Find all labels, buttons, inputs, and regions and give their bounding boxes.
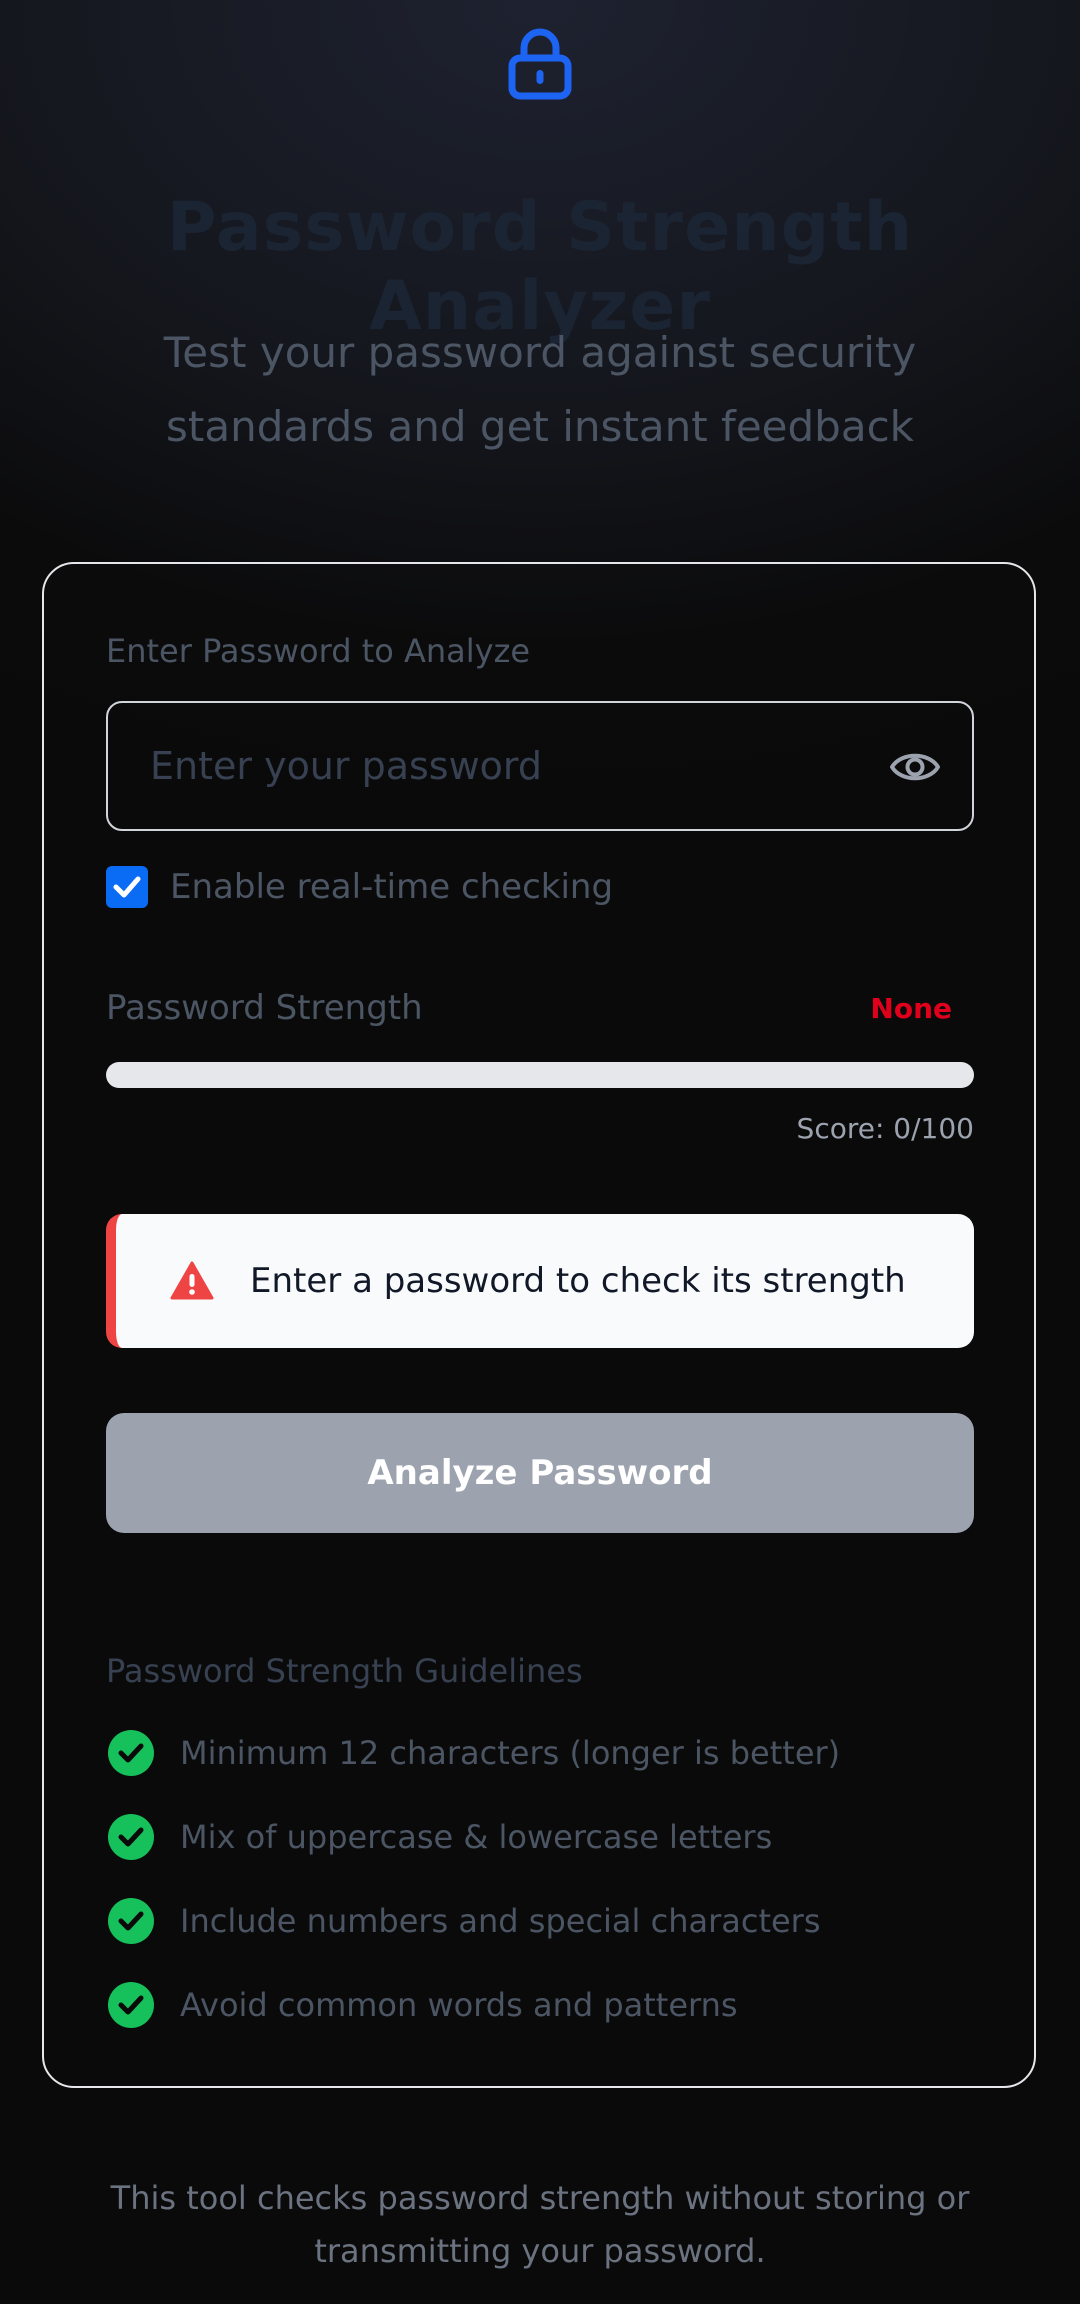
guidelines-title: Password Strength Guidelines bbox=[106, 1652, 583, 1690]
lock-icon bbox=[490, 14, 590, 114]
strength-value: None bbox=[870, 992, 952, 1025]
guideline-text: Mix of uppercase & lowercase letters bbox=[180, 1818, 773, 1856]
score-text: Score: 0/100 bbox=[796, 1112, 974, 1145]
guideline-text: Include numbers and special characters bbox=[180, 1902, 821, 1940]
alert-message: Enter a password to check its strength bbox=[250, 1261, 906, 1301]
guideline-item: Mix of uppercase & lowercase letters bbox=[108, 1814, 968, 1898]
guidelines-list: Minimum 12 characters (longer is better)… bbox=[108, 1730, 968, 2066]
realtime-checkbox-label[interactable]: Enable real-time checking bbox=[170, 866, 613, 908]
check-circle-icon bbox=[108, 1730, 154, 1776]
guideline-item: Avoid common words and patterns bbox=[108, 1982, 968, 2066]
realtime-checkbox[interactable] bbox=[106, 866, 148, 908]
password-field-label: Enter Password to Analyze bbox=[106, 632, 531, 670]
strength-label: Password Strength bbox=[106, 988, 423, 1028]
check-circle-icon bbox=[108, 1898, 154, 1944]
eye-icon[interactable] bbox=[884, 736, 946, 798]
warning-icon bbox=[170, 1261, 214, 1301]
analyze-password-button[interactable]: Analyze Password bbox=[106, 1413, 974, 1533]
check-circle-icon bbox=[108, 1982, 154, 2028]
password-input[interactable] bbox=[106, 701, 974, 831]
guideline-text: Avoid common words and patterns bbox=[180, 1986, 738, 2024]
guideline-item: Include numbers and special characters bbox=[108, 1898, 968, 1982]
strength-meter bbox=[106, 1062, 974, 1088]
privacy-footer: This tool checks password strength witho… bbox=[110, 2179, 970, 2270]
checkmark-icon bbox=[113, 876, 141, 898]
page-subtitle: Test your password against security stan… bbox=[163, 328, 917, 451]
check-circle-icon bbox=[108, 1814, 154, 1860]
guideline-item: Minimum 12 characters (longer is better) bbox=[108, 1730, 968, 1814]
strength-alert: Enter a password to check its strength bbox=[106, 1214, 974, 1348]
guideline-text: Minimum 12 characters (longer is better) bbox=[180, 1734, 841, 1772]
